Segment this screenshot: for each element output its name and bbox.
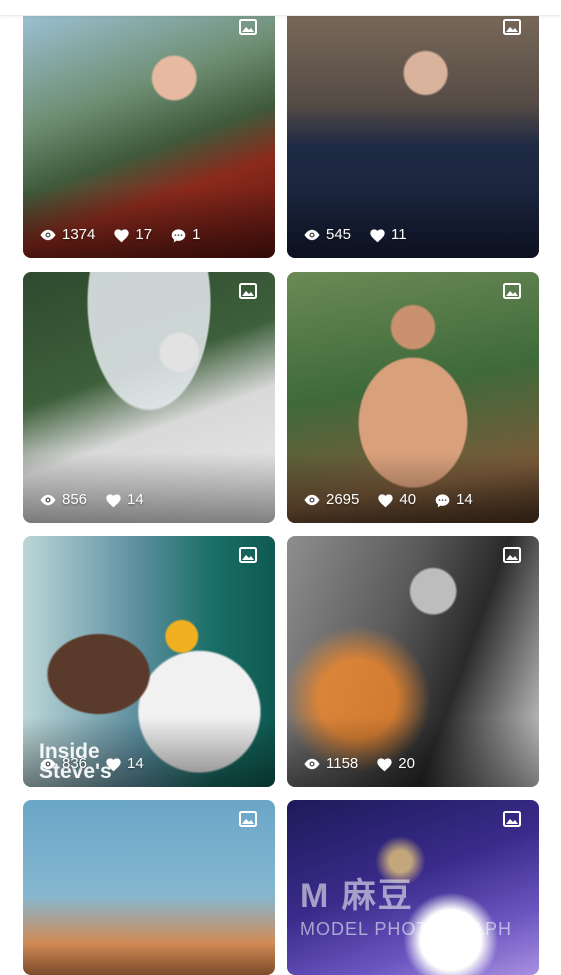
heart-icon xyxy=(377,757,392,771)
eye-icon xyxy=(40,229,56,241)
comment-icon xyxy=(171,228,186,242)
comments-stat: 14 xyxy=(434,491,473,509)
eye-icon xyxy=(40,758,56,770)
card-stats: 1374 17 1 xyxy=(39,226,218,244)
card-stats: 836 14 xyxy=(39,755,162,773)
likes-stat: 14 xyxy=(105,491,144,509)
likes-count: 17 xyxy=(135,226,153,243)
likes-stat: 14 xyxy=(105,755,144,773)
heart-icon xyxy=(114,228,130,242)
photo-grid: 1374 17 1 545 11 856 14 2695 40 14 Insid… xyxy=(0,0,561,975)
heart-icon xyxy=(378,493,394,507)
views-count: 2695 xyxy=(326,491,360,508)
photo-card[interactable]: 1374 17 1 xyxy=(23,8,275,258)
likes-stat: 20 xyxy=(376,755,415,773)
views-count: 856 xyxy=(62,491,88,508)
likes-count: 40 xyxy=(399,491,417,508)
watermark-logo-text: M 麻豆 xyxy=(300,877,414,915)
heart-icon xyxy=(370,228,385,242)
image-icon xyxy=(503,19,521,35)
top-bar xyxy=(0,0,561,16)
bottom-shade xyxy=(287,453,539,523)
views-count: 545 xyxy=(326,226,352,243)
eye-icon xyxy=(304,229,320,241)
views-count: 1374 xyxy=(62,226,96,243)
card-stats: 545 11 xyxy=(303,226,425,244)
image-icon xyxy=(503,283,521,299)
eye-icon xyxy=(304,494,320,506)
bottom-shade xyxy=(23,453,275,523)
photo-card[interactable]: 2695 40 14 xyxy=(287,272,539,523)
likes-count: 14 xyxy=(127,755,144,772)
likes-stat: 40 xyxy=(377,491,416,509)
views-stat: 1158 xyxy=(303,755,358,773)
bottom-shade xyxy=(287,188,539,258)
heart-icon xyxy=(106,757,121,771)
likes-count: 11 xyxy=(391,226,407,243)
views-stat: 1374 xyxy=(39,226,95,244)
likes-count: 20 xyxy=(398,755,415,772)
image-icon xyxy=(503,547,521,563)
site-watermark: M 麻豆 MODEL PHOTOGRAPH xyxy=(300,868,540,940)
likes-count: 14 xyxy=(127,491,144,508)
card-stats: 2695 40 14 xyxy=(303,491,491,509)
bottom-shade xyxy=(23,188,275,258)
comments-count: 14 xyxy=(456,491,473,508)
photo-thumbnail xyxy=(23,800,275,975)
photo-card[interactable]: Inside Steve's 836 14 xyxy=(23,536,275,787)
eye-icon xyxy=(304,758,320,770)
photo-card[interactable]: 1158 20 xyxy=(287,536,539,787)
photo-card[interactable]: 545 11 xyxy=(287,8,539,258)
likes-stat: 11 xyxy=(369,226,407,244)
views-stat: 836 xyxy=(39,755,87,773)
card-stats: 1158 20 xyxy=(303,755,433,773)
image-icon xyxy=(239,283,257,299)
photo-card[interactable] xyxy=(23,800,275,975)
bottom-shade xyxy=(287,717,539,787)
views-stat: 545 xyxy=(303,226,351,244)
views-count: 1158 xyxy=(326,755,359,772)
image-icon xyxy=(239,19,257,35)
views-stat: 2695 xyxy=(303,491,359,509)
likes-stat: 17 xyxy=(113,226,152,244)
watermark-subtext: MODEL PHOTOGRAPH xyxy=(300,919,513,939)
photo-card[interactable]: 856 14 xyxy=(23,272,275,523)
eye-icon xyxy=(40,494,56,506)
comment-icon xyxy=(435,493,450,507)
image-icon xyxy=(503,811,521,827)
views-count: 836 xyxy=(62,755,88,772)
card-stats: 856 14 xyxy=(39,491,162,509)
image-icon xyxy=(239,811,257,827)
image-icon xyxy=(239,547,257,563)
comments-count: 1 xyxy=(192,226,201,243)
comments-stat: 1 xyxy=(170,226,200,244)
heart-icon xyxy=(106,493,121,507)
views-stat: 856 xyxy=(39,491,87,509)
